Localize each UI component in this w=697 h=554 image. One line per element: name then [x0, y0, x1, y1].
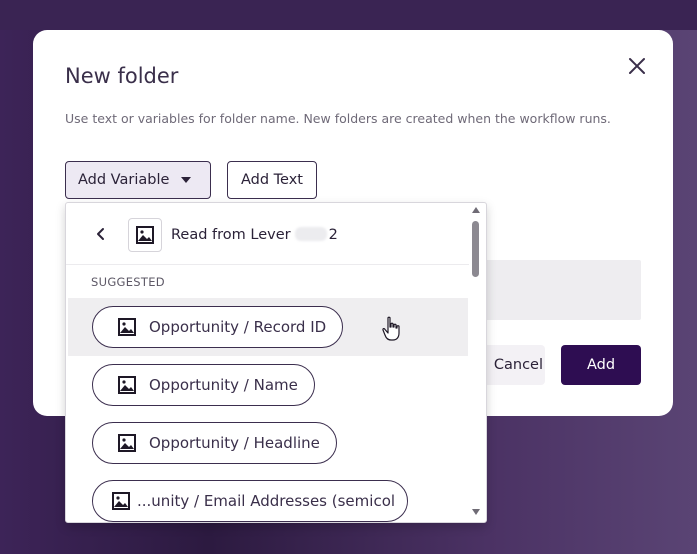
list-item[interactable]: ...unity / Email Addresses (semicol: [68, 472, 468, 522]
list-item[interactable]: Opportunity / Headline: [68, 414, 468, 472]
add-variable-button[interactable]: Add Variable: [65, 161, 211, 199]
variable-pill[interactable]: ...unity / Email Addresses (semicol: [92, 480, 409, 522]
image-icon: [118, 376, 136, 394]
image-icon: [118, 318, 136, 336]
scroll-up-icon[interactable]: [472, 207, 480, 213]
variable-label: Opportunity / Headline: [149, 434, 320, 452]
variable-label: ...unity / Email Addresses (semicol: [137, 492, 396, 510]
folder-name-input[interactable]: [467, 260, 641, 320]
redacted-text: [294, 227, 327, 241]
close-icon[interactable]: [625, 54, 649, 78]
backdrop: [0, 0, 697, 30]
dialog-title: New folder: [65, 64, 179, 88]
source-step-label: Read from Lever 2: [171, 227, 338, 243]
image-icon: [128, 218, 162, 252]
image-icon: [112, 492, 130, 510]
add-variable-label: Add Variable: [78, 172, 170, 188]
variable-label: Opportunity / Name: [149, 376, 298, 394]
variable-dropdown: Read from Lever 2 SUGGESTED Opportunity /…: [65, 202, 487, 523]
image-icon: [118, 434, 136, 452]
chevron-left-icon[interactable]: [94, 226, 108, 242]
source-prefix: Read from Lever: [171, 227, 291, 243]
add-button[interactable]: Add: [561, 345, 641, 385]
scrollbar-thumb[interactable]: [472, 221, 479, 277]
hand-cursor-icon: [382, 316, 400, 341]
source-suffix: 2: [328, 227, 338, 243]
dropdown-header: Read from Lever 2: [66, 203, 469, 265]
variable-pill[interactable]: Opportunity / Record ID: [92, 306, 344, 348]
add-text-button[interactable]: Add Text: [227, 161, 317, 199]
dropdown-scrollbar[interactable]: [467, 203, 484, 520]
variable-label: Opportunity / Record ID: [149, 318, 327, 336]
caret-down-icon: [181, 177, 192, 183]
list-item[interactable]: Opportunity / Name: [68, 356, 468, 414]
list-item[interactable]: Opportunity / Record ID: [68, 298, 468, 356]
dialog-description: Use text or variables for folder name. N…: [65, 111, 611, 126]
variable-pill[interactable]: Opportunity / Headline: [92, 422, 337, 464]
scroll-down-icon[interactable]: [472, 509, 480, 515]
section-label-suggested: SUGGESTED: [91, 275, 165, 289]
variable-pill[interactable]: Opportunity / Name: [92, 364, 315, 406]
